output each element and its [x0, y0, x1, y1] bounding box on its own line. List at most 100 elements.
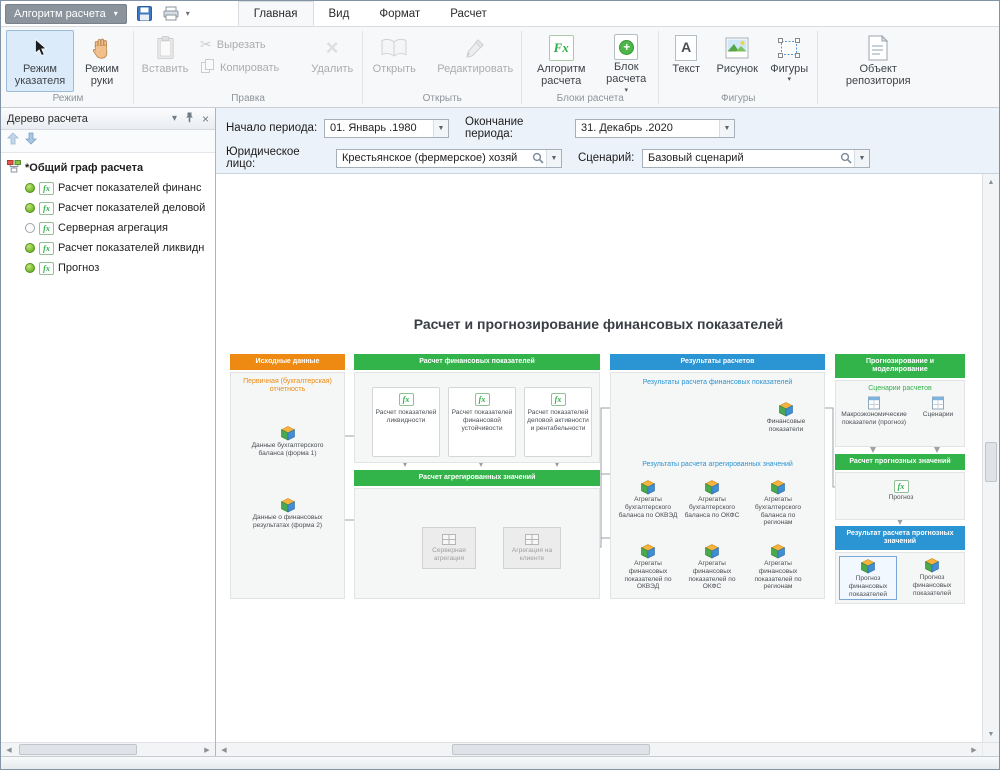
panel-forecast-scenarios[interactable]: Сценарии расчетов Макроэкономические пок… — [835, 380, 965, 447]
tree-item[interactable]: fx Прогноз — [1, 258, 215, 278]
scroll-down-arrow-icon[interactable]: ▼ — [983, 726, 999, 742]
cube-icon — [280, 497, 296, 513]
diagram-node-aggregate[interactable]: Агрегаты бухгалтерского баланса по ОКВЭД — [617, 479, 679, 519]
tree-horizontal-scrollbar[interactable]: ◀ ▶ — [1, 742, 215, 756]
diagram-node-aggregate[interactable]: Агрегаты финансовых показателей по ОКФС — [681, 543, 743, 591]
scrollbar-thumb[interactable] — [19, 744, 137, 755]
panel-results[interactable]: Результаты расчета финансовых показателе… — [610, 372, 825, 599]
save-button[interactable] — [133, 3, 157, 24]
section-header-aggcalc[interactable]: Расчет агрегированных значений — [354, 470, 600, 486]
chevron-down-icon[interactable]: ▼ — [433, 120, 448, 137]
copy-button[interactable]: Копировать — [197, 57, 287, 78]
pin-icon[interactable] — [185, 112, 194, 126]
section-header-forecast-result[interactable]: Результат расчета прогнозных значений — [835, 526, 965, 550]
picture-icon — [725, 34, 749, 62]
shapes-button[interactable]: Фигуры ▾ — [764, 30, 814, 92]
tree-root-item[interactable]: *Общий граф расчета — [1, 158, 215, 178]
vertical-scrollbar[interactable]: ▲ ▼ — [982, 174, 999, 742]
diagram-node-balance-data[interactable]: Данные бухгалтерского баланса (форма 1) — [245, 425, 330, 458]
diagram-node-forecast-calc[interactable]: fx Прогноз — [864, 480, 938, 502]
print-button[interactable] — [159, 3, 183, 24]
panel-menu-chevron-icon[interactable]: ▾ — [172, 113, 177, 124]
diagram-node-liquidity-calc[interactable]: fx Расчет показателей ликвидности — [372, 387, 440, 457]
tab-home[interactable]: Главная — [238, 1, 314, 26]
tab-calculation[interactable]: Расчет — [435, 1, 502, 26]
scroll-up-arrow-icon[interactable]: ▲ — [983, 174, 999, 190]
diagram-node-aggregate[interactable]: Агрегаты бухгалтерского баланса по регио… — [747, 479, 809, 527]
scrollbar-thumb[interactable] — [985, 442, 997, 482]
open-button[interactable]: Открыть — [366, 30, 422, 92]
diagram-node-aggregate[interactable]: Агрегаты бухгалтерского баланса по ОКФС — [681, 479, 743, 519]
move-up-button[interactable] — [7, 132, 19, 150]
scroll-left-arrow-icon[interactable]: ◀ — [216, 743, 232, 756]
diagram-title[interactable]: Расчет и прогнозирование финансовых пока… — [221, 316, 976, 332]
diagram-node-aggregate[interactable]: Агрегаты финансовых показателей по регио… — [747, 543, 809, 591]
section-header-forecast-calc[interactable]: Расчет прогнозных значений — [835, 454, 965, 470]
chevron-down-icon[interactable]: ▼ — [719, 120, 734, 137]
repository-object-button[interactable]: Объект репозитория — [838, 30, 918, 92]
calculation-block-button[interactable]: + Блок расчета ▾ — [597, 30, 655, 92]
tree-item[interactable]: fx Расчет показателей финанс — [1, 178, 215, 198]
move-down-button[interactable] — [25, 132, 37, 150]
legal-entity-combobox[interactable]: Крестьянское (фермерское) хозяй ▼ — [336, 149, 562, 168]
scroll-left-arrow-icon[interactable]: ◀ — [1, 743, 17, 756]
panel-source-data[interactable]: Первичная (бухгалтерская) отчетность Дан… — [230, 372, 345, 599]
search-icon[interactable] — [530, 152, 546, 164]
cube-icon — [924, 557, 940, 573]
text-shape-button[interactable]: A Текст — [662, 30, 710, 92]
section-header-source[interactable]: Исходные данные — [230, 354, 345, 370]
picture-button[interactable]: Рисунок — [710, 30, 764, 92]
tree-item[interactable]: fx Расчет показателей ликвидн — [1, 238, 215, 258]
diagram-node-aggregate[interactable]: Агрегаты финансовых показателей по ОКВЭД — [617, 543, 679, 591]
edit-object-button[interactable]: Редактировать — [432, 30, 518, 92]
ribbon-group-repository: Объект репозитория — [818, 28, 938, 107]
diagram-node-stability-calc[interactable]: fx Расчет показателей финансовой устойчи… — [448, 387, 516, 457]
diagram-node-scenarios[interactable]: Сценарии — [914, 396, 962, 419]
panel-fincalc[interactable]: fx Расчет показателей ликвидности fx Рас… — [354, 372, 600, 463]
panel-aggcalc[interactable]: Серверная агрегация Агрегация на клиенте — [354, 488, 600, 599]
diagram-node-financial-indicators[interactable]: Финансовые показатели — [749, 401, 823, 434]
tree-item-label: Расчет показателей финанс — [58, 182, 201, 194]
diagram-node-client-aggregation[interactable]: Агрегация на клиенте — [503, 527, 561, 569]
panel-forecast-result[interactable]: Прогноз финансовых показателей Прогноз ф… — [835, 552, 965, 604]
diagram-node-forecast-result-selected[interactable]: Прогноз финансовых показателей — [839, 556, 897, 600]
ribbon-group-open: Открыть Редактировать Открыть — [363, 28, 521, 107]
chevron-down-icon[interactable]: ▼ — [546, 150, 561, 167]
diagram-canvas[interactable]: Расчет и прогнозирование финансовых пока… — [216, 174, 982, 742]
tree-item[interactable]: fx Серверная агрегация — [1, 218, 215, 238]
diagram-node-activity-calc[interactable]: fx Расчет показателей деловой активности… — [524, 387, 592, 457]
cut-button[interactable]: ✂ Вырезать — [197, 34, 287, 55]
tab-view[interactable]: Вид — [314, 1, 365, 26]
chevron-down-icon[interactable]: ▼ — [854, 150, 869, 167]
hand-mode-button[interactable]: Режим руки — [74, 30, 130, 92]
quick-access-caret-icon[interactable]: ▾ — [186, 9, 190, 18]
section-header-fincalc[interactable]: Расчет финансовых показателей — [354, 354, 600, 370]
calculation-algorithm-button[interactable]: Fx Алгоритм расчета — [525, 30, 597, 92]
tree-item[interactable]: fx Расчет показателей деловой — [1, 198, 215, 218]
search-icon[interactable] — [838, 152, 854, 164]
app-menu-button[interactable]: Алгоритм расчета ▾ — [5, 4, 127, 24]
horizontal-scrollbar[interactable]: ◀ ▶ — [216, 742, 982, 756]
scenario-combobox[interactable]: Базовый сценарий ▼ — [642, 149, 870, 168]
scroll-right-arrow-icon[interactable]: ▶ — [199, 743, 215, 756]
cube-icon — [770, 543, 786, 559]
panel-forecast-calc[interactable]: fx Прогноз — [835, 472, 965, 520]
diagram-node-server-aggregation[interactable]: Серверная агрегация — [422, 527, 476, 569]
diagram-node-finresults-data[interactable]: Данные о финансовых результатах (форма 2… — [245, 497, 330, 530]
end-period-combobox[interactable]: 31. Декабрь .2020 ▼ — [575, 119, 735, 138]
pointer-mode-button[interactable]: Режим указателя — [6, 30, 74, 92]
diagram-node-macro-indicators[interactable]: Макроэкономические показатели (прогноз) — [838, 396, 910, 427]
scrollbar-thumb[interactable] — [452, 744, 650, 755]
tab-format[interactable]: Формат — [364, 1, 435, 26]
fx-block-icon: fx — [39, 262, 54, 275]
scroll-right-arrow-icon[interactable]: ▶ — [966, 743, 982, 756]
paste-button[interactable]: Вставить — [137, 30, 193, 92]
section-header-forecast[interactable]: Прогнозирование и моделирование — [835, 354, 965, 378]
start-period-combobox[interactable]: 01. Январь .1980 ▼ — [324, 119, 449, 138]
diagram-node-forecast-result[interactable]: Прогноз финансовых показателей — [902, 557, 962, 597]
section-header-results[interactable]: Результаты расчетов — [610, 354, 825, 370]
delete-button[interactable]: × Удалить — [305, 30, 359, 92]
fx-block-icon: fx — [39, 242, 54, 255]
close-icon[interactable]: × — [202, 113, 209, 125]
application-window: Алгоритм расчета ▾ ▾ Главная Вид Формат … — [0, 0, 1000, 770]
